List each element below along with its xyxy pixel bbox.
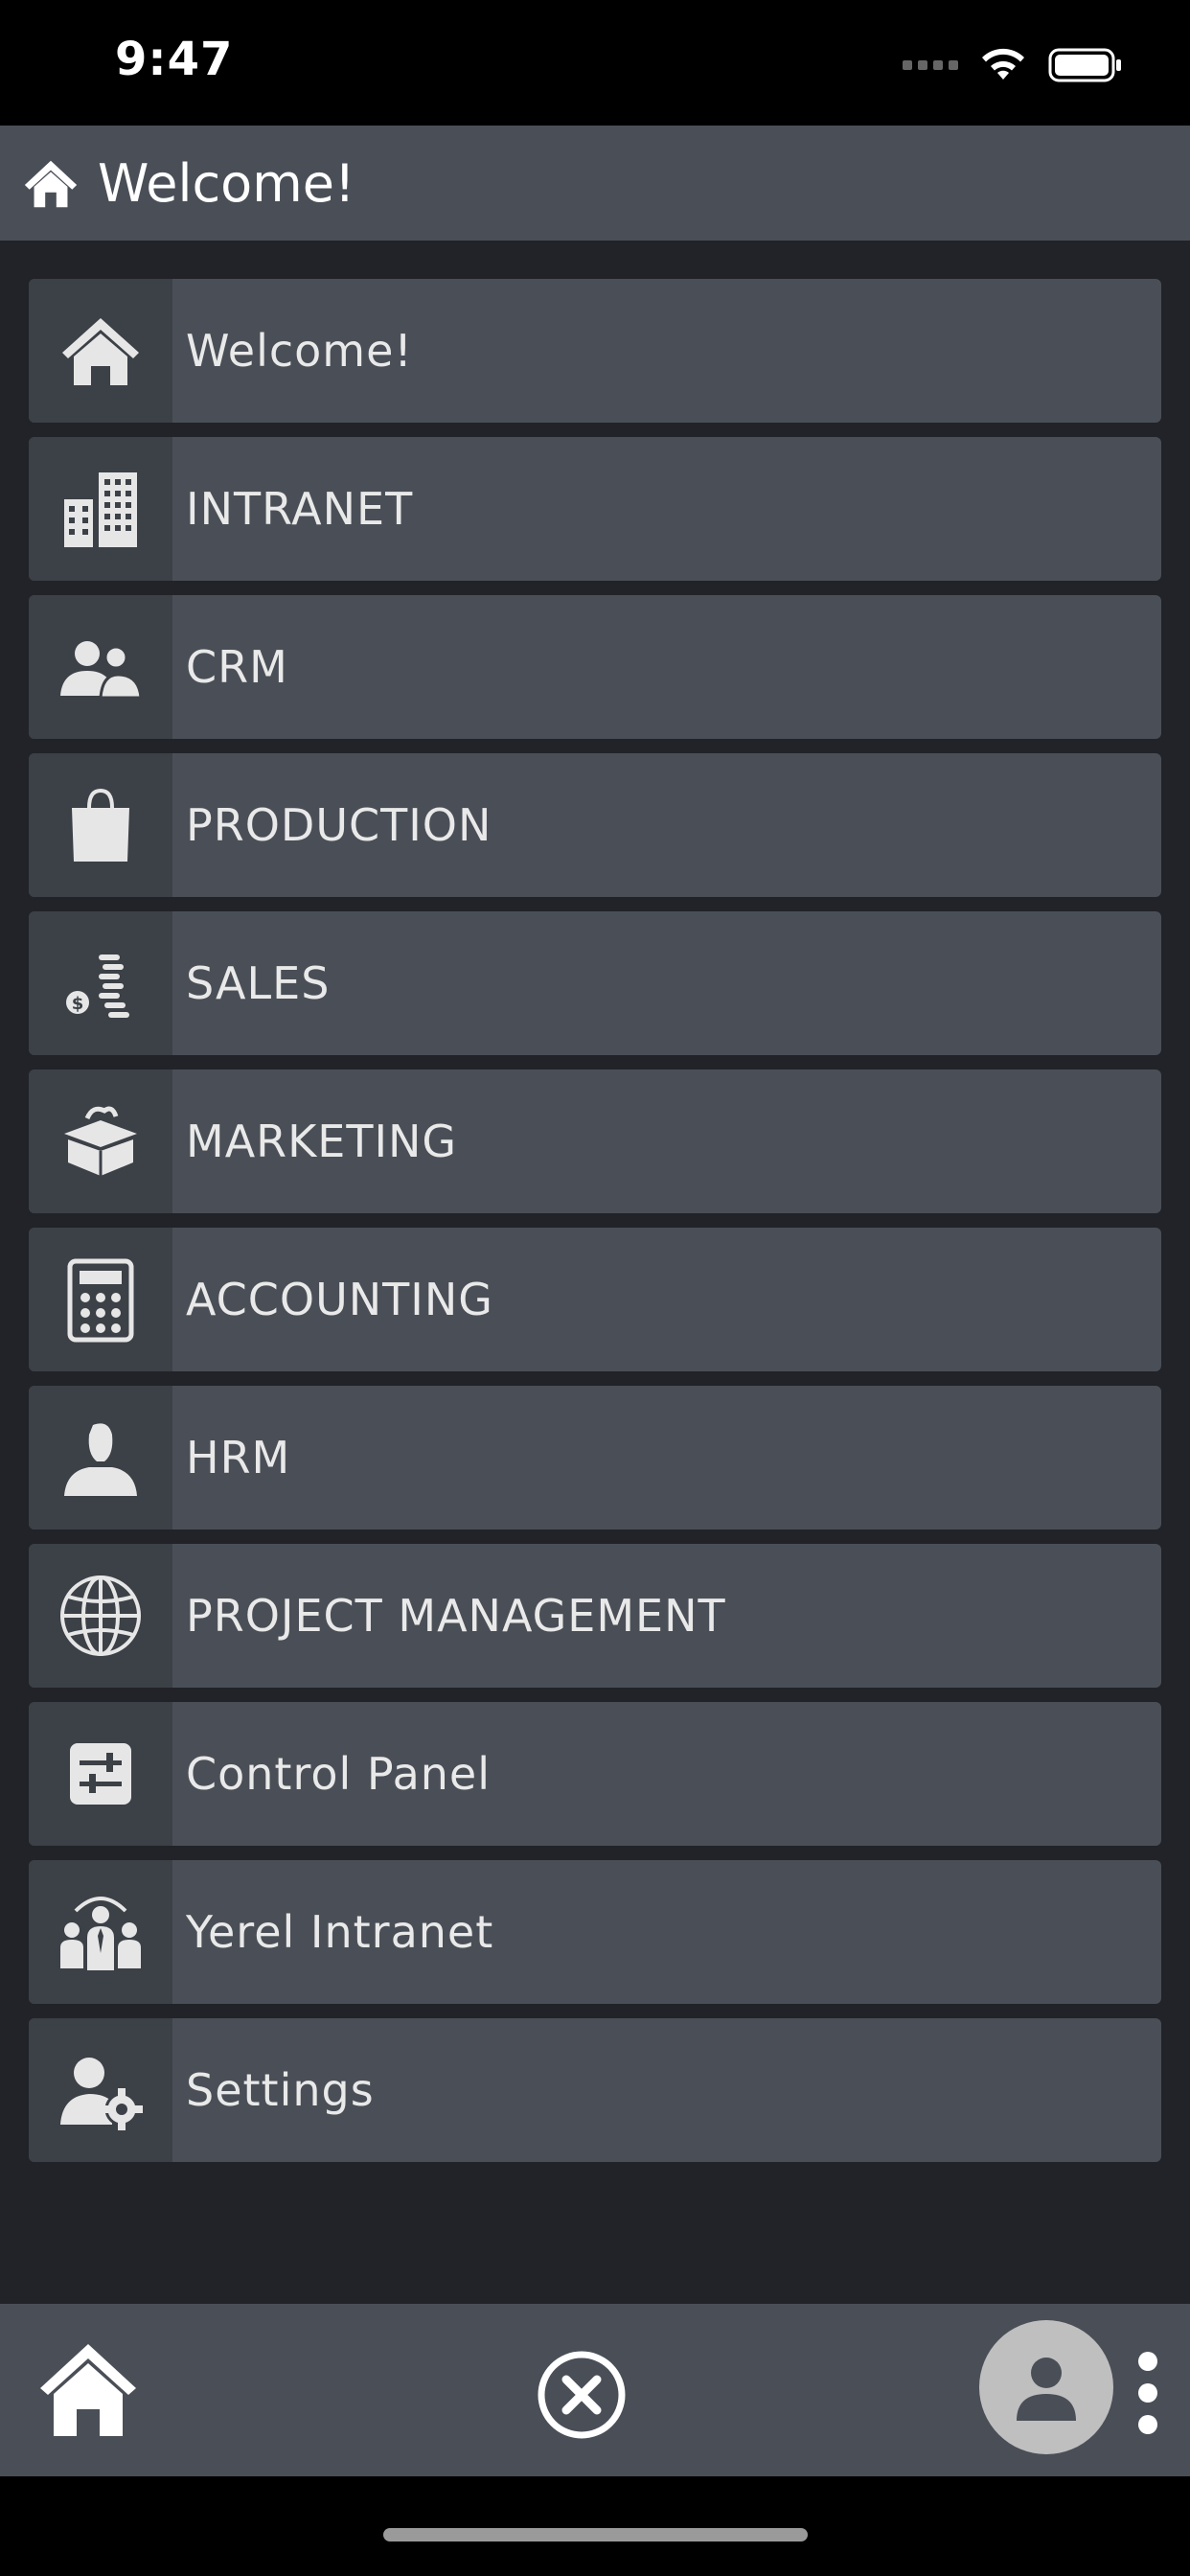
menu-item-label: CRM xyxy=(186,641,288,693)
shopping-bag-icon xyxy=(72,788,129,862)
module-menu: Welcome! INTRANET CRM PRODUCTION $ SALES… xyxy=(29,279,1161,2176)
calculator-icon xyxy=(67,1258,134,1343)
open-box-icon xyxy=(64,1106,137,1176)
sliders-icon xyxy=(70,1743,131,1805)
menu-item-sales[interactable]: $ SALES xyxy=(29,911,1161,1055)
menu-item-label: Control Panel xyxy=(186,1748,491,1800)
person-icon xyxy=(64,1423,137,1496)
menu-item-label: PRODUCTION xyxy=(186,799,492,851)
menu-item-crm[interactable]: CRM xyxy=(29,595,1161,739)
menu-item-yerel-intranet[interactable]: Yerel Intranet xyxy=(29,1860,1161,2004)
menu-item-accounting[interactable]: ACCOUNTING xyxy=(29,1228,1161,1371)
menu-item-label: HRM xyxy=(186,1432,291,1484)
menu-item-hrm[interactable]: HRM xyxy=(29,1386,1161,1530)
bottom-toolbar xyxy=(0,2304,1190,2476)
menu-item-settings[interactable]: Settings xyxy=(29,2018,1161,2162)
cellular-signal-icon xyxy=(903,59,958,70)
avatar[interactable] xyxy=(979,2320,1113,2454)
coins-icon: $ xyxy=(66,954,129,1018)
menu-item-label: PROJECT MANAGEMENT xyxy=(186,1590,726,1642)
kebab-menu-icon[interactable] xyxy=(1131,2352,1165,2434)
menu-item-label: INTRANET xyxy=(186,483,414,535)
wifi-icon xyxy=(979,47,1027,83)
menu-item-label: Welcome! xyxy=(186,325,413,377)
page-title: Welcome! xyxy=(98,152,355,214)
battery-icon xyxy=(1048,47,1123,83)
home-indicator-area xyxy=(0,2476,1190,2576)
status-bar: 9:47 xyxy=(0,0,1190,126)
menu-item-production[interactable]: PRODUCTION xyxy=(29,753,1161,897)
menu-item-intranet[interactable]: INTRANET xyxy=(29,437,1161,581)
globe-icon xyxy=(60,1576,141,1656)
buildings-icon xyxy=(64,472,137,547)
menu-item-label: Settings xyxy=(186,2064,375,2116)
avatar-icon xyxy=(1017,2358,1076,2421)
people-icon xyxy=(60,641,143,700)
menu-item-welcome[interactable]: Welcome! xyxy=(29,279,1161,423)
user-gear-icon xyxy=(60,2058,143,2130)
menu-item-label: Yerel Intranet xyxy=(186,1906,494,1958)
menu-item-marketing[interactable]: MARKETING xyxy=(29,1070,1161,1213)
main-content: Welcome! INTRANET CRM PRODUCTION $ SALES… xyxy=(0,241,1190,2304)
app-header: Welcome! xyxy=(0,126,1190,241)
home-indicator[interactable] xyxy=(383,2528,808,2542)
status-icons xyxy=(903,43,1123,86)
close-circle-icon[interactable] xyxy=(536,2349,628,2441)
home-icon xyxy=(24,160,78,208)
menu-item-project-management[interactable]: PROJECT MANAGEMENT xyxy=(29,1544,1161,1688)
svg-text:$: $ xyxy=(72,994,84,1014)
home-icon[interactable] xyxy=(36,2340,140,2440)
menu-item-label: MARKETING xyxy=(186,1116,458,1167)
status-time: 9:47 xyxy=(115,33,234,86)
menu-item-label: SALES xyxy=(186,957,331,1009)
team-icon xyxy=(60,1897,141,1970)
menu-item-control-panel[interactable]: Control Panel xyxy=(29,1702,1161,1846)
home-icon xyxy=(62,318,139,385)
menu-item-label: ACCOUNTING xyxy=(186,1274,493,1325)
